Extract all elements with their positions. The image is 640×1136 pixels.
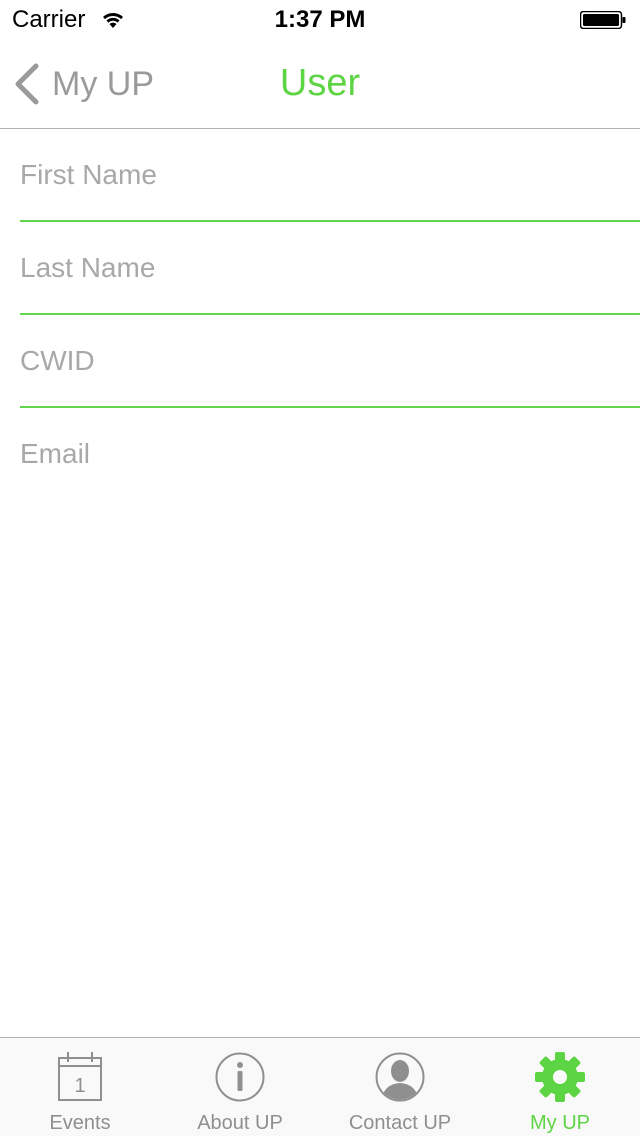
cwid-row [20,315,640,408]
tab-contact-up[interactable]: Contact UP [320,1038,480,1136]
info-icon [215,1052,265,1102]
tab-label-events: Events [49,1112,111,1134]
tab-events[interactable]: 1 Events [0,1038,160,1136]
calendar-icon: 1 [58,1052,102,1101]
tab-bar: 1 Events About UP Contact UP My UP [0,1037,640,1136]
tab-my-up[interactable]: My UP [480,1038,640,1136]
cwid-field[interactable] [20,341,620,381]
tab-label-about-up: About UP [197,1112,283,1134]
navigation-bar: My UP User [0,40,640,129]
last-name-row [20,222,640,315]
tab-label-my-up: My UP [530,1112,590,1134]
back-button-label: My UP [52,64,154,103]
user-form [0,129,640,499]
calendar-day: 1 [74,1075,85,1097]
screen: Carrier 1:37 PM My UP User First Name La… [0,0,640,1136]
email-field[interactable] [20,434,620,474]
gear-icon [535,1052,585,1102]
first-name-row [20,129,640,222]
battery-icon [580,11,626,29]
tab-about-up[interactable]: About UP [160,1038,320,1136]
tab-label-contact-up: Contact UP [348,1112,452,1134]
status-bar: Carrier 1:37 PM [0,0,640,40]
last-name-field[interactable] [20,248,620,288]
back-button[interactable]: My UP [12,40,154,128]
clock: 1:37 PM [274,6,366,33]
person-icon [375,1052,425,1102]
first-name-field[interactable] [20,155,620,195]
email-row [20,408,640,499]
chevron-left-icon [15,63,39,105]
